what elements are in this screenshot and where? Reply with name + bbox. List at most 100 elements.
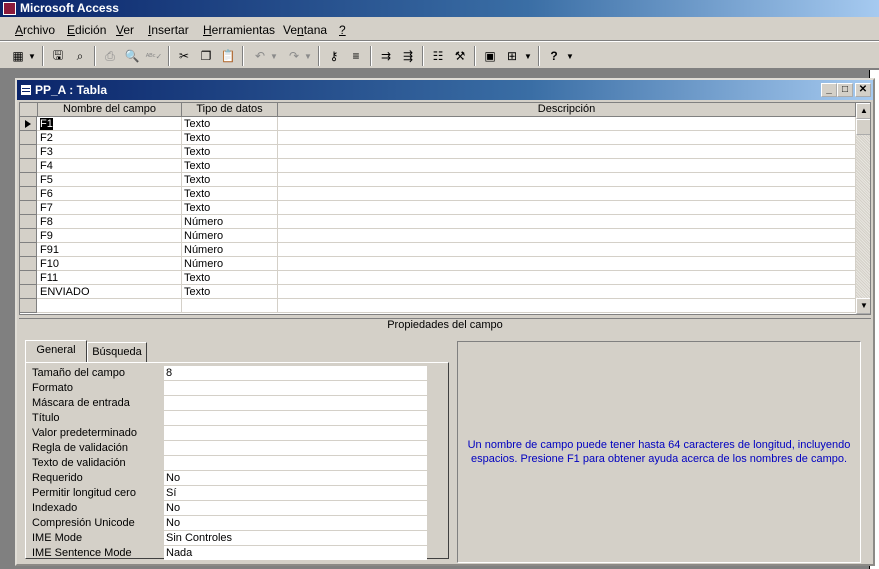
row-selector[interactable] [20, 215, 37, 229]
grid-scrollbar[interactable]: ▲ ▼ [856, 103, 870, 314]
row-selector[interactable] [20, 243, 37, 257]
row-selector[interactable] [20, 229, 37, 243]
scroll-thumb[interactable] [856, 119, 870, 135]
property-value-input[interactable]: No [164, 516, 427, 531]
property-value-input[interactable]: No [164, 471, 427, 486]
print-icon[interactable]: ⎙ [100, 46, 120, 66]
build-wand-icon[interactable]: ⚒ [450, 46, 470, 66]
description-cell[interactable] [278, 229, 856, 243]
new-object-dropdown-icon[interactable]: ▼ [522, 46, 534, 66]
row-selector[interactable] [20, 117, 37, 131]
description-cell[interactable] [278, 243, 856, 257]
field-name-cell[interactable]: F4 [38, 159, 182, 173]
description-cell[interactable] [278, 257, 856, 271]
table-row[interactable]: F91 Número [20, 243, 856, 257]
data-type-cell[interactable]: Texto [182, 159, 278, 173]
menu-herramientas[interactable]: Herramientas [203, 23, 275, 37]
property-value-input[interactable] [164, 411, 427, 426]
data-type-cell[interactable]: Número [182, 229, 278, 243]
cut-icon[interactable]: ✂ [174, 46, 194, 66]
table-row[interactable]: F4 Texto [20, 159, 856, 173]
copy-icon[interactable]: ❐ [196, 46, 216, 66]
data-type-cell[interactable]: Texto [182, 173, 278, 187]
description-cell[interactable] [278, 173, 856, 187]
row-selector[interactable] [20, 145, 37, 159]
description-cell[interactable] [278, 159, 856, 173]
property-value-input[interactable] [164, 396, 427, 411]
scroll-up-icon[interactable]: ▲ [856, 103, 870, 119]
property-value-input[interactable]: Sí [164, 486, 427, 501]
row-selector[interactable] [20, 173, 37, 187]
primary-key-icon[interactable]: ⚷ [324, 46, 344, 66]
property-value-input[interactable]: 8 [164, 366, 427, 381]
help-icon[interactable]: ? [544, 46, 564, 66]
property-value-input[interactable] [164, 381, 427, 396]
data-type-cell[interactable] [182, 299, 278, 313]
row-selector[interactable] [20, 187, 37, 201]
table-row[interactable]: F9 Número [20, 229, 856, 243]
property-value-input[interactable]: Nada [164, 546, 427, 561]
field-name-cell[interactable]: F5 [38, 173, 182, 187]
data-type-cell[interactable]: Texto [182, 187, 278, 201]
field-name-cell[interactable]: F9 [38, 229, 182, 243]
header-description[interactable]: Descripción [278, 103, 856, 117]
table-row[interactable]: F5 Texto [20, 173, 856, 187]
header-data-type[interactable]: Tipo de datos [182, 103, 278, 117]
field-name-cell[interactable]: F11 [38, 271, 182, 285]
paste-icon[interactable]: 📋 [218, 46, 238, 66]
table-row[interactable] [20, 299, 856, 313]
field-name-cell[interactable]: F7 [38, 201, 182, 215]
description-cell[interactable] [278, 131, 856, 145]
description-cell[interactable] [278, 145, 856, 159]
scroll-down-icon[interactable]: ▼ [856, 298, 870, 314]
spelling-icon[interactable]: ᴬᴮᶜ✓ [144, 46, 164, 66]
data-type-cell[interactable]: Número [182, 243, 278, 257]
print-preview-icon[interactable]: 🔍 [122, 46, 142, 66]
data-type-cell[interactable]: Texto [182, 131, 278, 145]
table-row[interactable]: F6 Texto [20, 187, 856, 201]
data-type-cell[interactable]: Texto [182, 271, 278, 285]
description-cell[interactable] [278, 271, 856, 285]
row-selector[interactable] [20, 271, 37, 285]
menu-archivo[interactable]: Archivo [15, 23, 55, 37]
field-name-cell[interactable]: F8 [38, 215, 182, 229]
description-cell[interactable] [278, 299, 856, 313]
description-cell[interactable] [278, 285, 856, 299]
table-row[interactable]: F7 Texto [20, 201, 856, 215]
data-type-cell[interactable]: Número [182, 257, 278, 271]
field-name-cell[interactable]: F2 [38, 131, 182, 145]
property-value-input[interactable] [164, 426, 427, 441]
table-row[interactable]: ENVIADO Texto [20, 285, 856, 299]
row-selector[interactable] [20, 201, 37, 215]
data-type-cell[interactable]: Texto [182, 145, 278, 159]
header-field-name[interactable]: Nombre del campo [38, 103, 182, 117]
field-name-cell[interactable]: F10 [38, 257, 182, 271]
table-row[interactable]: F1 Texto [20, 117, 856, 131]
properties-icon[interactable]: ☷ [428, 46, 448, 66]
maximize-button[interactable]: □ [837, 83, 853, 97]
property-value-input[interactable] [164, 441, 427, 456]
data-type-cell[interactable]: Número [182, 215, 278, 229]
table-row[interactable]: F3 Texto [20, 145, 856, 159]
view-icon[interactable]: ▦ [8, 46, 28, 66]
field-name-cell[interactable]: F3 [38, 145, 182, 159]
description-cell[interactable] [278, 201, 856, 215]
database-window-icon[interactable]: ▣ [480, 46, 500, 66]
table-row[interactable]: F10 Número [20, 257, 856, 271]
menu-insertar[interactable]: Insertar [148, 23, 189, 37]
search-file-icon[interactable]: ⌕ [70, 46, 90, 66]
data-type-cell[interactable]: Texto [182, 201, 278, 215]
redo-icon[interactable]: ↷ [284, 46, 304, 66]
table-row[interactable]: F2 Texto [20, 131, 856, 145]
property-value-input[interactable]: Sin Controles [164, 531, 427, 546]
field-name-cell[interactable]: ENVIADO [38, 285, 182, 299]
undo-dropdown-icon[interactable]: ▼ [268, 46, 280, 66]
insert-rows-icon[interactable]: ⇉ [376, 46, 396, 66]
data-type-cell[interactable]: Texto [182, 117, 278, 131]
description-cell[interactable] [278, 187, 856, 201]
tab-busqueda[interactable]: Búsqueda [87, 342, 147, 362]
property-value-input[interactable] [164, 456, 427, 471]
menu-ver[interactable]: Ver [116, 23, 134, 37]
data-type-cell[interactable]: Texto [182, 285, 278, 299]
minimize-button[interactable]: _ [821, 83, 837, 97]
